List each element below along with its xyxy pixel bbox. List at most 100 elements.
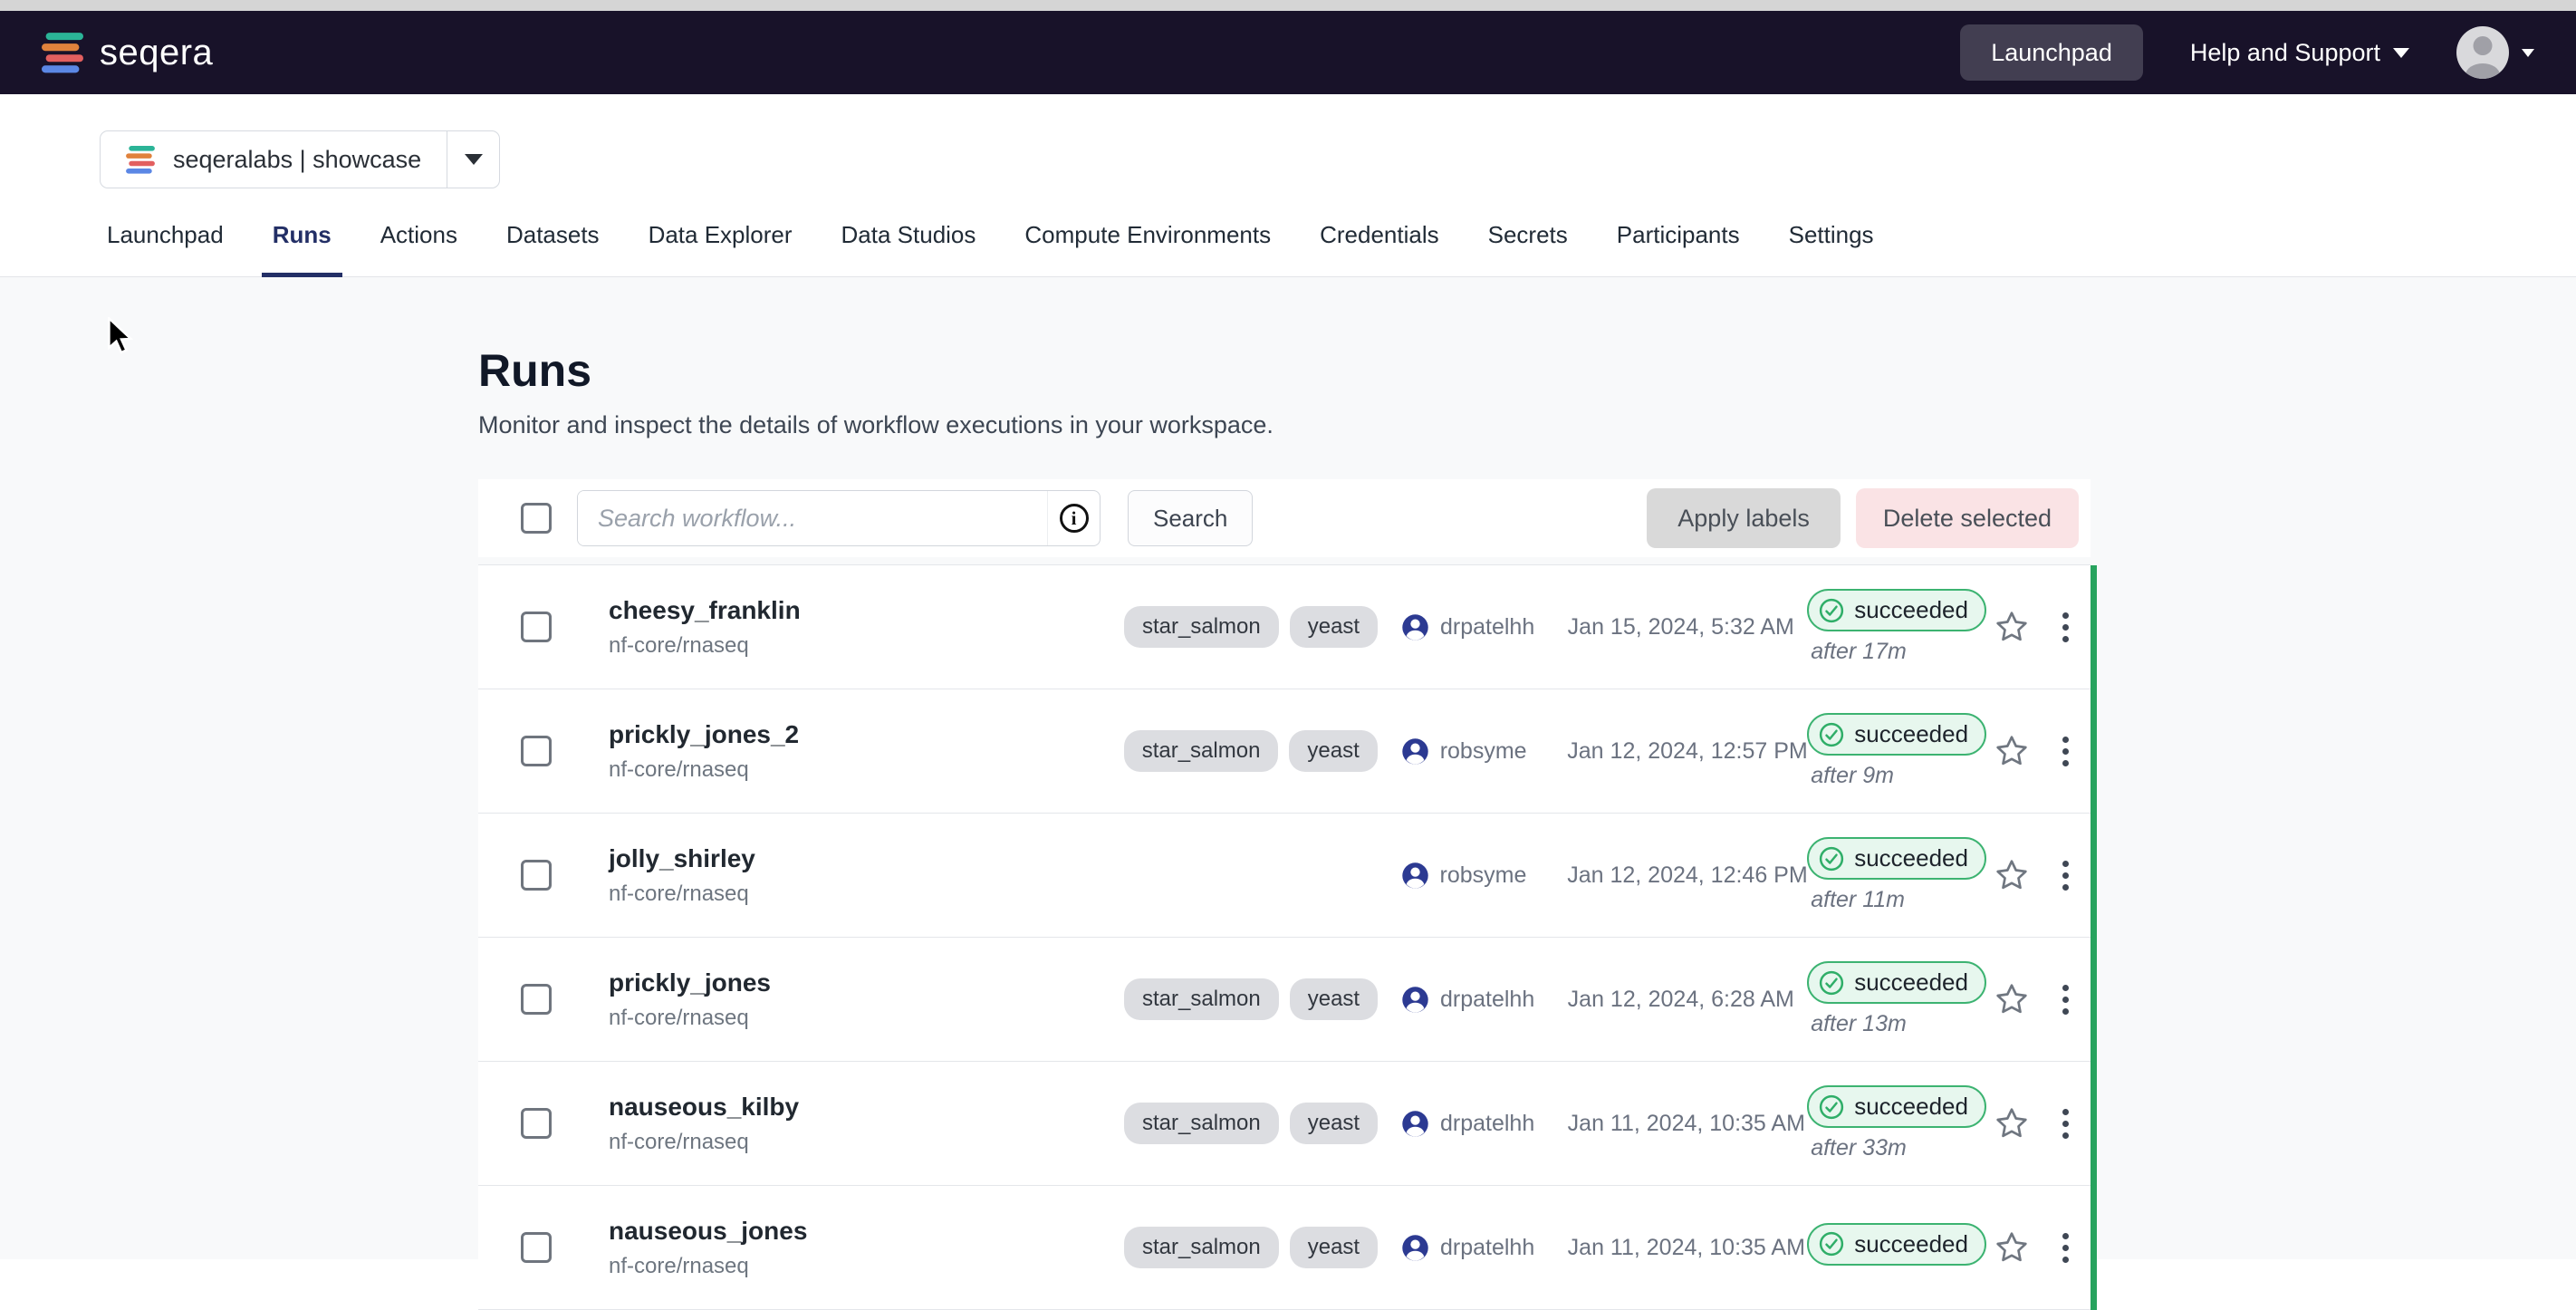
row-checkbox[interactable] [521,612,552,642]
avatar[interactable] [2456,26,2509,79]
select-all-checkbox[interactable] [521,503,552,534]
run-user-name: drpatelhh [1440,1235,1534,1261]
run-label-pill[interactable]: star_salmon [1124,978,1279,1020]
status-badge: succeeded [1807,589,1986,631]
user-circle-icon [1401,862,1429,890]
run-name-link[interactable]: prickly_jones_2 [609,720,1124,749]
launchpad-button[interactable]: Launchpad [1960,24,2143,81]
star-icon[interactable] [1982,857,2041,893]
run-date: Jan 12, 2024, 12:57 PM [1558,738,1807,765]
tab-datasets[interactable]: Datasets [495,214,610,276]
run-label-pill[interactable]: star_salmon [1124,606,1279,648]
run-pipeline: nf-core/rnaseq [609,757,1124,783]
search-input[interactable] [578,491,1047,545]
seqera-logo[interactable]: seqera [42,33,213,73]
kebab-menu-icon[interactable] [2041,861,2091,891]
run-date: Jan 11, 2024, 10:35 AM [1559,1235,1808,1261]
page-title: Runs [478,277,2097,396]
search-button[interactable]: Search [1128,490,1253,546]
row-checkbox[interactable] [521,1232,552,1263]
run-label-pill[interactable]: star_salmon [1124,730,1279,772]
workspace-name: seqeralabs | showcase [173,146,421,174]
tab-launchpad[interactable]: Launchpad [96,214,235,276]
star-icon[interactable] [1982,1105,2041,1141]
row-checkbox[interactable] [521,984,552,1015]
run-label-pill[interactable]: star_salmon [1124,1227,1279,1268]
logo-wordmark: seqera [100,33,213,73]
run-user: robsyme [1378,737,1559,766]
kebab-menu-icon[interactable] [2041,612,2091,642]
status-label: succeeded [1854,844,1968,872]
runs-table: cheesy_franklin nf-core/rnaseq star_salm… [478,564,2091,1310]
chevron-down-icon [2522,49,2534,57]
status-badge: succeeded [1807,1223,1986,1266]
run-row: cheesy_franklin nf-core/rnaseq star_salm… [478,565,2091,689]
tab-runs[interactable]: Runs [262,214,342,276]
workspace-header: seqeralabs | showcase Launchpad Runs Actio… [0,94,2576,277]
status-label: succeeded [1854,1230,1968,1258]
run-name-link[interactable]: nauseous_kilby [609,1093,1124,1122]
tab-settings[interactable]: Settings [1778,214,1885,276]
top-navbar: seqera Launchpad Help and Support [0,11,2576,94]
page-subtitle: Monitor and inspect the details of workf… [478,410,2097,439]
star-icon[interactable] [1982,609,2041,645]
status-badge: succeeded [1807,961,1986,1004]
run-label-pill[interactable]: yeast [1290,1103,1378,1144]
run-pipeline: nf-core/rnaseq [609,1130,1124,1155]
run-duration: after 9m [1807,763,1982,789]
tab-participants[interactable]: Participants [1606,214,1751,276]
kebab-menu-icon[interactable] [2041,737,2091,766]
help-and-support-menu[interactable]: Help and Support [2190,39,2409,67]
star-icon[interactable] [1982,1229,2041,1266]
run-label-pill[interactable]: star_salmon [1124,1103,1279,1144]
tab-secrets[interactable]: Secrets [1477,214,1579,276]
run-labels: star_salmonyeast [1124,730,1378,772]
run-duration: after 17m [1807,639,1982,665]
kebab-menu-icon[interactable] [2041,1233,2091,1263]
status-label: succeeded [1854,968,1968,997]
run-row: prickly_jones_2 nf-core/rnaseq star_salm… [478,689,2091,814]
search-info-icon[interactable]: i [1047,491,1100,545]
run-name-link[interactable]: jolly_shirley [609,844,1124,873]
row-checkbox[interactable] [521,1108,552,1139]
tab-credentials[interactable]: Credentials [1309,214,1450,276]
run-label-pill[interactable]: yeast [1289,730,1377,772]
run-duration: after 11m [1807,887,1982,913]
browser-chrome-strip [0,0,2576,11]
user-circle-icon [1401,986,1429,1014]
run-labels: star_salmon yeast [1124,1103,1378,1144]
run-name-link[interactable]: nauseous_jones [609,1217,1124,1246]
workspace-selector[interactable]: seqeralabs | showcase [100,130,500,188]
user-menu[interactable] [2456,26,2534,79]
run-labels: star_salmon yeast [1124,978,1378,1020]
workspace-dropdown-toggle[interactable] [447,131,499,188]
run-user: robsyme [1378,862,1559,890]
star-icon[interactable] [1982,981,2041,1017]
chevron-down-icon [2393,48,2409,58]
user-circle-icon [1401,1234,1429,1262]
run-name-link[interactable]: cheesy_franklin [609,596,1124,625]
kebab-menu-icon[interactable] [2041,1109,2091,1139]
run-user-name: drpatelhh [1440,987,1534,1013]
tab-data-explorer[interactable]: Data Explorer [638,214,803,276]
run-row: jolly_shirley nf-core/rnaseq robsyme Jan… [478,814,2091,938]
run-pipeline: nf-core/rnaseq [609,1006,1124,1031]
run-label-pill[interactable]: yeast [1290,606,1378,648]
row-checkbox[interactable] [521,860,552,891]
run-label-pill[interactable]: yeast [1290,978,1378,1020]
status-badge: succeeded [1807,1085,1986,1128]
tab-data-studios[interactable]: Data Studios [831,214,987,276]
check-circle-icon [1818,1093,1845,1121]
row-checkbox[interactable] [521,736,552,766]
star-icon[interactable] [1982,733,2041,769]
run-label-pill[interactable]: yeast [1290,1227,1378,1268]
run-row: nauseous_kilby nf-core/rnaseq star_salmo… [478,1062,2091,1186]
seqera-logo-icon [42,33,83,73]
kebab-menu-icon[interactable] [2041,985,2091,1015]
run-name-link[interactable]: prickly_jones [609,968,1124,997]
tab-actions[interactable]: Actions [370,214,468,276]
delete-selected-button[interactable]: Delete selected [1856,488,2079,548]
status-label: succeeded [1854,596,1968,624]
tab-compute-environments[interactable]: Compute Environments [1014,214,1282,276]
apply-labels-button[interactable]: Apply labels [1647,488,1841,548]
